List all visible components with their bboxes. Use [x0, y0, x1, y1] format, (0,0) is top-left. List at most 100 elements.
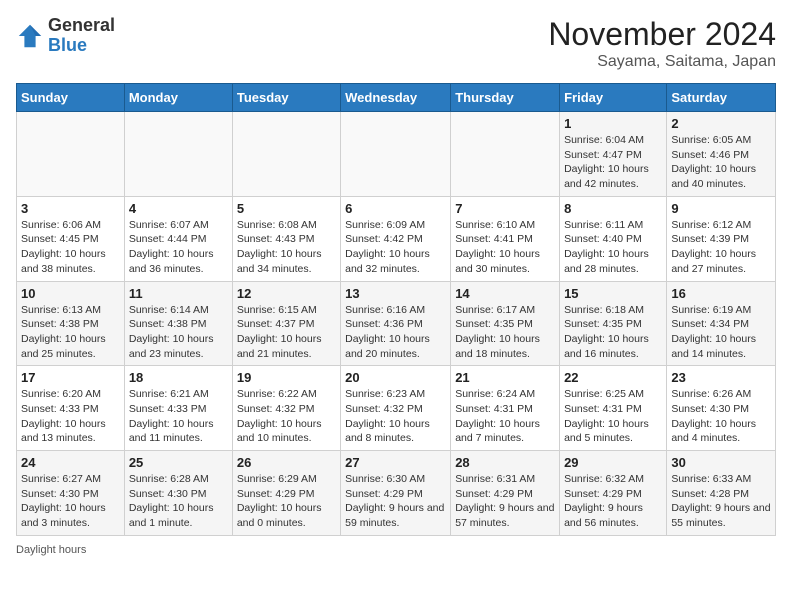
- day-number: 23: [671, 370, 771, 385]
- calendar-cell: 12 Sunrise: 6:15 AM Sunset: 4:37 PM Dayli…: [232, 281, 340, 366]
- day-info: Sunrise: 6:23 AM Sunset: 4:32 PM Dayligh…: [345, 387, 446, 446]
- day-number: 5: [237, 201, 336, 216]
- day-info: Sunrise: 6:26 AM Sunset: 4:30 PM Dayligh…: [671, 387, 771, 446]
- calendar-cell: 21Sunrise: 6:24 AM Sunset: 4:31 PM Dayli…: [451, 366, 560, 451]
- logo-text: General Blue: [48, 16, 115, 56]
- calendar-cell: 1 Sunrise: 6:04 AM Sunset: 4:47 PM Daylig…: [560, 112, 667, 197]
- day-info: Sunrise: 6:15 AM Sunset: 4:37 PM Dayligh…: [237, 303, 336, 362]
- logo-general: General: [48, 15, 115, 35]
- calendar-header-sunday: Sunday: [17, 84, 125, 112]
- day-number: 24: [21, 455, 120, 470]
- calendar-cell: 30 Sunrise: 6:33 AM Sunset: 4:28 PM Dayli…: [667, 451, 776, 536]
- day-info: Sunrise: 6:24 AM Sunset: 4:31 PM Dayligh…: [455, 387, 555, 446]
- day-info: Sunrise: 6:09 AM Sunset: 4:42 PM Dayligh…: [345, 218, 446, 277]
- day-number: 6: [345, 201, 446, 216]
- day-info: Sunrise: 6:29 AM Sunset: 4:29 PM Dayligh…: [237, 472, 336, 531]
- calendar-header-monday: Monday: [124, 84, 232, 112]
- day-info: Sunrise: 6:14 AM Sunset: 4:38 PM Dayligh…: [129, 303, 228, 362]
- calendar-week-4: 17 Sunrise: 6:20 AM Sunset: 4:33 PM Dayli…: [17, 366, 776, 451]
- day-info: Sunrise: 6:27 AM Sunset: 4:30 PM Dayligh…: [21, 472, 120, 531]
- day-info: Sunrise: 6:06 AM Sunset: 4:45 PM Dayligh…: [21, 218, 120, 277]
- calendar-cell: 28 Sunrise: 6:31 AM Sunset: 4:29 PM Dayli…: [451, 451, 560, 536]
- calendar-cell: 3 Sunrise: 6:06 AM Sunset: 4:45 PM Daylig…: [17, 196, 125, 281]
- calendar-cell: 8Sunrise: 6:11 AM Sunset: 4:40 PM Daylig…: [560, 196, 667, 281]
- day-number: 26: [237, 455, 336, 470]
- calendar-cell: 13Sunrise: 6:16 AM Sunset: 4:36 PM Dayli…: [341, 281, 451, 366]
- day-info: Sunrise: 6:07 AM Sunset: 4:44 PM Dayligh…: [129, 218, 228, 277]
- calendar-cell: 2 Sunrise: 6:05 AM Sunset: 4:46 PM Daylig…: [667, 112, 776, 197]
- calendar-cell: 15 Sunrise: 6:18 AM Sunset: 4:35 PM Dayli…: [560, 281, 667, 366]
- day-info: Sunrise: 6:30 AM Sunset: 4:29 PM Dayligh…: [345, 472, 446, 531]
- logo-blue: Blue: [48, 35, 87, 55]
- day-info: Sunrise: 6:18 AM Sunset: 4:35 PM Dayligh…: [564, 303, 662, 362]
- calendar-header-wednesday: Wednesday: [341, 84, 451, 112]
- day-number: 12: [237, 286, 336, 301]
- calendar-week-2: 3 Sunrise: 6:06 AM Sunset: 4:45 PM Daylig…: [17, 196, 776, 281]
- day-number: 10: [21, 286, 120, 301]
- day-info: Sunrise: 6:20 AM Sunset: 4:33 PM Dayligh…: [21, 387, 120, 446]
- calendar-cell: 29Sunrise: 6:32 AM Sunset: 4:29 PM Dayli…: [560, 451, 667, 536]
- day-info: Sunrise: 6:33 AM Sunset: 4:28 PM Dayligh…: [671, 472, 771, 531]
- calendar-cell: 17 Sunrise: 6:20 AM Sunset: 4:33 PM Dayli…: [17, 366, 125, 451]
- calendar-week-5: 24 Sunrise: 6:27 AM Sunset: 4:30 PM Dayli…: [17, 451, 776, 536]
- day-number: 2: [671, 116, 771, 131]
- day-number: 18: [129, 370, 228, 385]
- calendar-cell: 18 Sunrise: 6:21 AM Sunset: 4:33 PM Dayli…: [124, 366, 232, 451]
- day-info: Sunrise: 6:10 AM Sunset: 4:41 PM Dayligh…: [455, 218, 555, 277]
- calendar-cell: [232, 112, 340, 197]
- day-info: Sunrise: 6:31 AM Sunset: 4:29 PM Dayligh…: [455, 472, 555, 531]
- day-info: Sunrise: 6:12 AM Sunset: 4:39 PM Dayligh…: [671, 218, 771, 277]
- calendar-table: SundayMondayTuesdayWednesdayThursdayFrid…: [16, 83, 776, 536]
- calendar-cell: 19 Sunrise: 6:22 AM Sunset: 4:32 PM Dayli…: [232, 366, 340, 451]
- day-number: 28: [455, 455, 555, 470]
- day-number: 11: [129, 286, 228, 301]
- calendar-cell: 24 Sunrise: 6:27 AM Sunset: 4:30 PM Dayli…: [17, 451, 125, 536]
- day-number: 25: [129, 455, 228, 470]
- calendar-cell: 6 Sunrise: 6:09 AM Sunset: 4:42 PM Daylig…: [341, 196, 451, 281]
- page-title: November 2024: [548, 16, 776, 53]
- calendar-cell: [17, 112, 125, 197]
- day-number: 9: [671, 201, 771, 216]
- calendar-cell: [451, 112, 560, 197]
- day-info: Sunrise: 6:13 AM Sunset: 4:38 PM Dayligh…: [21, 303, 120, 362]
- page-header: General Blue November 2024 Sayama, Saita…: [16, 16, 776, 71]
- calendar-cell: 27 Sunrise: 6:30 AM Sunset: 4:29 PM Dayli…: [341, 451, 451, 536]
- day-number: 19: [237, 370, 336, 385]
- day-number: 27: [345, 455, 446, 470]
- day-number: 22: [564, 370, 662, 385]
- calendar-header-thursday: Thursday: [451, 84, 560, 112]
- calendar-cell: [341, 112, 451, 197]
- footer: Daylight hours: [16, 544, 776, 556]
- day-number: 29: [564, 455, 662, 470]
- calendar-cell: 26 Sunrise: 6:29 AM Sunset: 4:29 PM Dayli…: [232, 451, 340, 536]
- day-number: 4: [129, 201, 228, 216]
- logo-icon: [16, 22, 44, 50]
- calendar-header-friday: Friday: [560, 84, 667, 112]
- calendar-cell: 25Sunrise: 6:28 AM Sunset: 4:30 PM Dayli…: [124, 451, 232, 536]
- day-number: 14: [455, 286, 555, 301]
- calendar-cell: 22 Sunrise: 6:25 AM Sunset: 4:31 PM Dayli…: [560, 366, 667, 451]
- page-subtitle: Sayama, Saitama, Japan: [548, 53, 776, 71]
- day-info: Sunrise: 6:11 AM Sunset: 4:40 PM Dayligh…: [564, 218, 662, 277]
- day-number: 30: [671, 455, 771, 470]
- day-number: 1: [564, 116, 662, 131]
- day-info: Sunrise: 6:25 AM Sunset: 4:31 PM Dayligh…: [564, 387, 662, 446]
- calendar-header-saturday: Saturday: [667, 84, 776, 112]
- day-info: Sunrise: 6:04 AM Sunset: 4:47 PM Dayligh…: [564, 133, 662, 192]
- day-info: Sunrise: 6:22 AM Sunset: 4:32 PM Dayligh…: [237, 387, 336, 446]
- calendar-cell: [124, 112, 232, 197]
- calendar-cell: 7Sunrise: 6:10 AM Sunset: 4:41 PM Daylig…: [451, 196, 560, 281]
- day-number: 17: [21, 370, 120, 385]
- day-number: 13: [345, 286, 446, 301]
- calendar-cell: 5Sunrise: 6:08 AM Sunset: 4:43 PM Daylig…: [232, 196, 340, 281]
- calendar-week-1: 1 Sunrise: 6:04 AM Sunset: 4:47 PM Daylig…: [17, 112, 776, 197]
- calendar-cell: 23 Sunrise: 6:26 AM Sunset: 4:30 PM Dayli…: [667, 366, 776, 451]
- calendar-cell: 10 Sunrise: 6:13 AM Sunset: 4:38 PM Dayli…: [17, 281, 125, 366]
- day-info: Sunrise: 6:05 AM Sunset: 4:46 PM Dayligh…: [671, 133, 771, 192]
- calendar-cell: 20Sunrise: 6:23 AM Sunset: 4:32 PM Dayli…: [341, 366, 451, 451]
- title-block: November 2024 Sayama, Saitama, Japan: [548, 16, 776, 71]
- day-number: 3: [21, 201, 120, 216]
- calendar-cell: 9 Sunrise: 6:12 AM Sunset: 4:39 PM Daylig…: [667, 196, 776, 281]
- day-info: Sunrise: 6:21 AM Sunset: 4:33 PM Dayligh…: [129, 387, 228, 446]
- day-number: 15: [564, 286, 662, 301]
